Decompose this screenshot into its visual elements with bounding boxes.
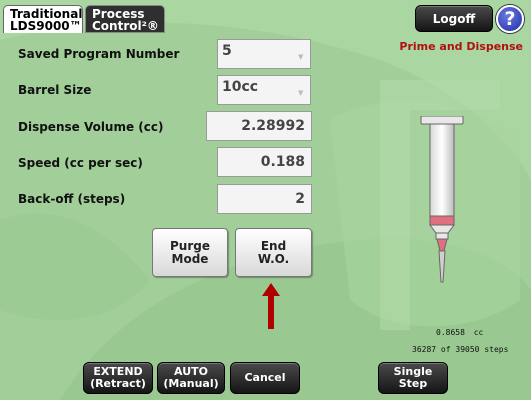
extend-retract-button[interactable]: EXTEND (Retract) [83,362,153,394]
dispenser-screen: Traditional LDS9000™ Process Control²® L… [0,0,531,400]
steps-readout-of: of [440,345,451,354]
single-step-button[interactable]: Single Step [378,362,448,394]
help-icon[interactable]: ? [496,5,524,33]
cancel-label: Cancel [244,371,286,384]
back-off-field[interactable]: 2 [217,184,312,214]
extend-retract-line2: (Retract) [90,377,146,390]
barrel-size-select[interactable]: 10cc ▼ [217,75,311,105]
purge-mode-line2: Mode [171,251,209,266]
tab-traditional-line2: LDS9000™ [10,19,82,33]
tab-process-line2: Control²® [92,19,159,33]
end-wo-button[interactable]: End W.O. [235,228,312,277]
end-wo-line1: End [260,238,287,253]
logoff-button[interactable]: Logoff [415,5,493,32]
up-arrow-icon [262,283,280,329]
end-wo-line2: W.O. [257,251,290,266]
auto-manual-button[interactable]: AUTO (Manual) [157,362,225,394]
dispense-volume-field[interactable]: 2.28992 [206,111,312,141]
speed-label: Speed (cc per sec) [18,156,143,170]
saved-program-number-label: Saved Program Number [18,47,180,61]
volume-readout-unit: cc [473,328,484,337]
volume-readout: 0.8658 cc [436,328,483,337]
tab-traditional-lds9000[interactable]: Traditional LDS9000™ [3,5,83,33]
volume-readout-value: 0.8658 [436,328,465,337]
mode-title: Prime and Dispense [399,40,523,53]
steps-readout-unit: steps [484,345,509,354]
speed-field[interactable]: 0.188 [217,147,312,177]
auto-manual-line2: (Manual) [163,377,219,390]
syringe-icon [420,116,464,283]
back-off-label: Back-off (steps) [18,192,126,206]
barrel-size-value: 10cc [222,79,259,95]
purge-mode-button[interactable]: Purge Mode [152,228,228,277]
steps-readout-current: 36287 [412,345,437,354]
dispense-volume-label: Dispense Volume (cc) [18,120,164,134]
steps-readout: 36287 of 39050 steps [412,345,508,354]
single-step-label: Single Step [393,365,433,390]
saved-program-number-select[interactable]: 5 ▼ [217,39,311,69]
purge-mode-line1: Purge [170,238,210,253]
steps-readout-total: 39050 [455,345,480,354]
chevron-down-icon: ▼ [298,53,304,61]
saved-program-number-value: 5 [222,43,232,59]
tab-process-control[interactable]: Process Control²® [85,5,165,33]
chevron-down-icon: ▼ [298,89,304,97]
cancel-button[interactable]: Cancel [230,362,300,394]
barrel-size-label: Barrel Size [18,83,92,97]
